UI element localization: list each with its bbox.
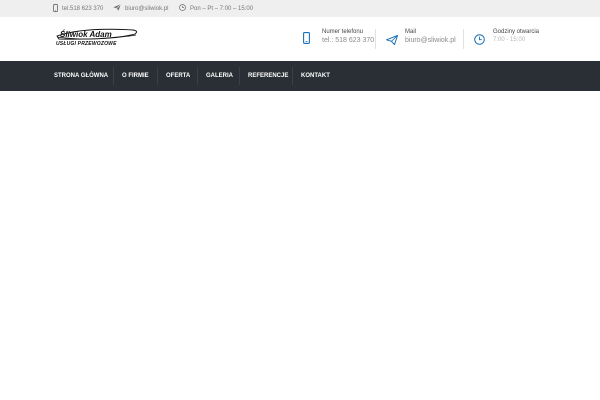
clock-icon bbox=[179, 4, 186, 13]
contact-mail-label: Mail bbox=[405, 29, 417, 35]
nav-divider bbox=[197, 67, 198, 85]
clock-icon bbox=[474, 32, 485, 50]
header-divider bbox=[375, 29, 376, 49]
main-navigation: Strona główna O firmie Oferta Galeria Re… bbox=[0, 61, 600, 91]
topbar-hours: Pon – Pt – 7:00 – 15:00 bbox=[179, 0, 253, 17]
paper-plane-icon bbox=[113, 4, 121, 13]
nav-item-o-firmie[interactable]: O firmie bbox=[122, 61, 149, 91]
mobile-phone-icon bbox=[53, 3, 58, 14]
nav-item-kontakt[interactable]: Kontakt bbox=[301, 61, 330, 91]
topbar-hours-text: Pon – Pt – 7:00 – 15:00 bbox=[190, 5, 254, 12]
logo[interactable]: Śliwiok Adam USŁUGI PRZEWOZOWE bbox=[53, 26, 139, 48]
topbar-email-text: biuro@sliwiok.pl bbox=[125, 5, 169, 12]
header-contact-phone[interactable]: Numer telefonu tel.: 518 623 370 bbox=[303, 29, 375, 51]
top-bar: tel.518 623 370 biuro@sliwiok.pl Pon – P… bbox=[0, 0, 600, 17]
paper-plane-icon bbox=[384, 32, 399, 50]
nav-item-galeria[interactable]: Galeria bbox=[206, 61, 233, 91]
topbar-phone[interactable]: tel.518 623 370 bbox=[53, 0, 103, 17]
nav-item-referencje[interactable]: Referencje bbox=[248, 61, 288, 91]
mobile-phone-icon bbox=[303, 31, 310, 49]
contact-hours-value: 7:00 - 15:00 bbox=[493, 37, 526, 43]
svg-text:Śliwiok Adam: Śliwiok Adam bbox=[60, 30, 112, 39]
svg-text:USŁUGI PRZEWOZOWE: USŁUGI PRZEWOZOWE bbox=[56, 41, 117, 47]
nav-item-oferta[interactable]: Oferta bbox=[166, 61, 190, 91]
page-content bbox=[0, 91, 600, 400]
topbar-phone-text: tel.518 623 370 bbox=[62, 5, 104, 12]
topbar-email[interactable]: biuro@sliwiok.pl bbox=[113, 0, 168, 17]
nav-divider bbox=[292, 67, 293, 85]
contact-mail-value: biuro@sliwiok.pl bbox=[405, 37, 456, 44]
site-header: Śliwiok Adam USŁUGI PRZEWOZOWE Numer tel… bbox=[0, 17, 600, 61]
header-divider bbox=[463, 29, 464, 49]
header-contact-hours: Godziny otwarcia 7:00 - 15:00 bbox=[474, 29, 544, 51]
nav-divider bbox=[157, 67, 158, 85]
nav-item-strona-glowna[interactable]: Strona główna bbox=[54, 61, 108, 91]
contact-hours-label: Godziny otwarcia bbox=[493, 29, 540, 35]
nav-divider bbox=[239, 67, 240, 85]
contact-phone-label: Numer telefonu bbox=[322, 29, 364, 35]
header-contact-mail[interactable]: Mail biuro@sliwiok.pl bbox=[384, 29, 461, 51]
contact-phone-value: tel.: 518 623 370 bbox=[322, 37, 375, 44]
nav-divider bbox=[113, 67, 114, 85]
